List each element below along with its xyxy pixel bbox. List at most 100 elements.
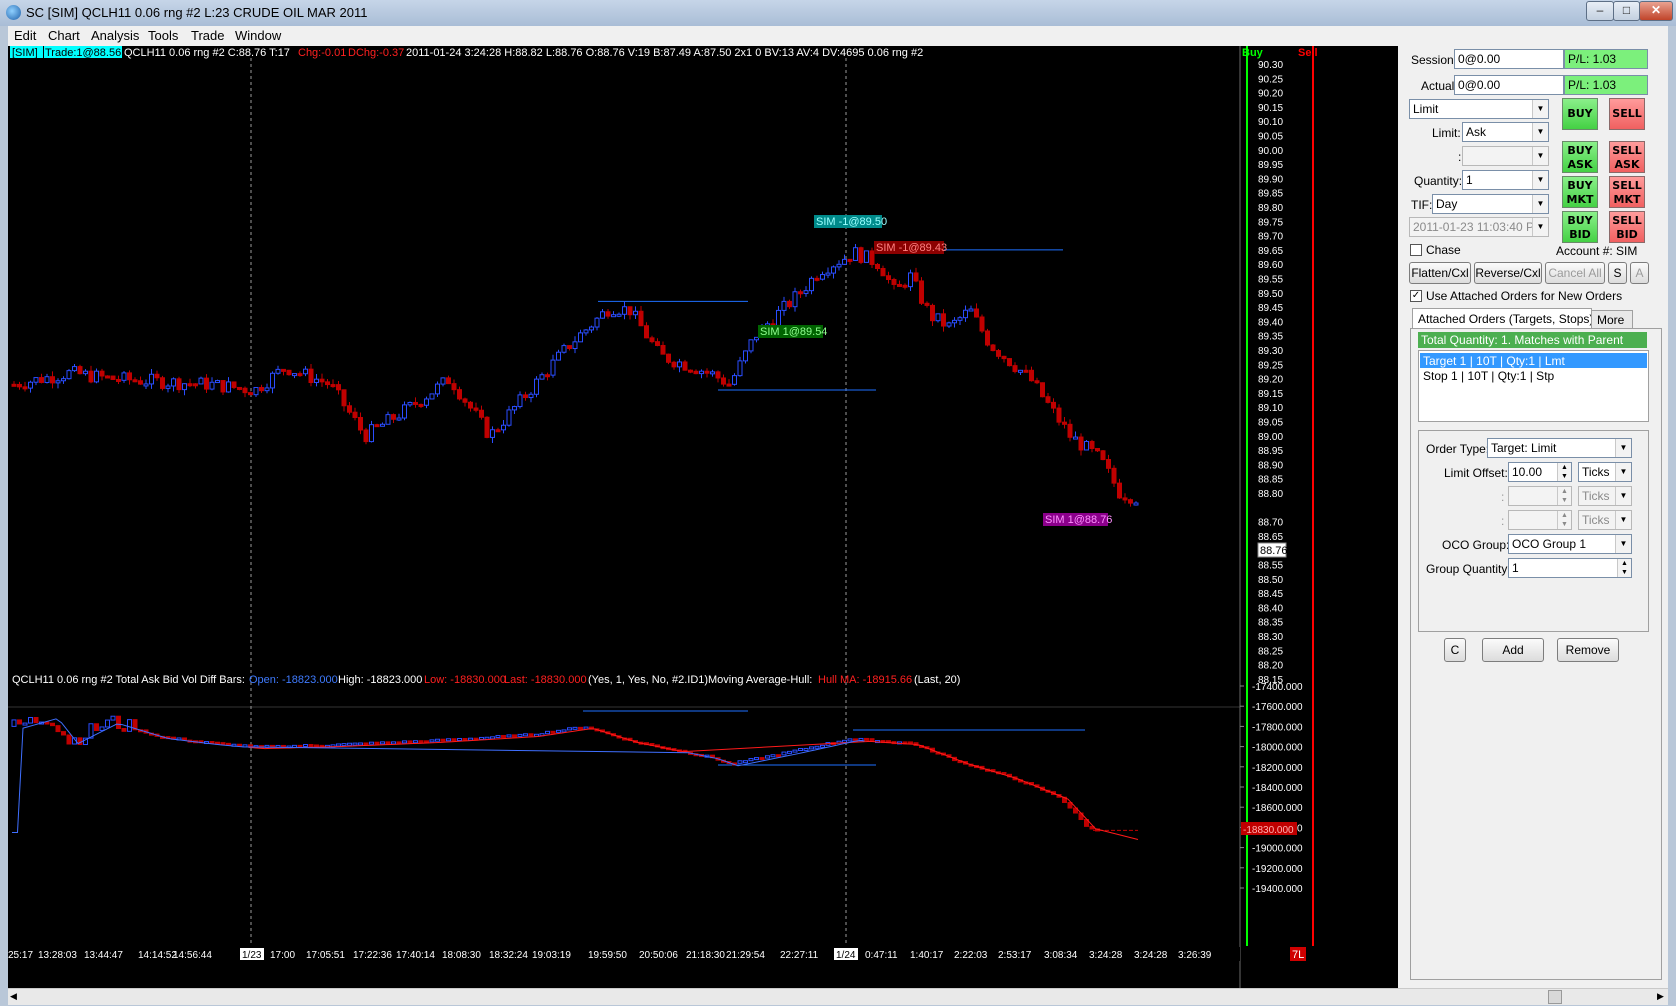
volume-diff-bar — [792, 749, 798, 753]
group-quantity-input[interactable]: 1 ▲ ▼ — [1508, 558, 1632, 578]
price-tick-label: 90.15 — [1258, 103, 1283, 114]
candle-body — [539, 374, 545, 380]
buy-button[interactable]: BUY — [1562, 98, 1598, 130]
order-type-select[interactable]: Limit ▼ — [1409, 99, 1549, 119]
menu-analysis[interactable]: Analysis — [91, 28, 139, 43]
chevron-down-icon: ▼ — [1532, 147, 1548, 165]
candle-body — [1007, 358, 1012, 367]
buy-mkt-button[interactable]: BUY MKT — [1562, 176, 1598, 208]
c-button[interactable]: C — [1444, 638, 1466, 662]
lower-header-last: Last: -18830.000 — [504, 674, 587, 686]
tab-attached-orders[interactable]: Attached Orders (Targets, Stops) — [1412, 308, 1593, 329]
tif-label: TIF: — [1411, 198, 1433, 212]
order-tag-target[interactable]: SIM -1@89.50 — [816, 216, 887, 228]
list-item-stop[interactable]: Stop 1 | 10T | Qty:1 | Stp — [1423, 369, 1554, 383]
limit-offset-unit-select[interactable]: Ticks ▼ — [1578, 462, 1632, 482]
menu-trade[interactable]: Trade — [191, 28, 224, 43]
candle-body — [473, 407, 479, 411]
reverse-cancel-button[interactable]: Reverse/Cxl — [1474, 262, 1542, 284]
oco-group-select[interactable]: OCO Group 1 ▼ — [1508, 534, 1632, 554]
candle-body — [440, 377, 446, 385]
volume-diff-bar — [61, 731, 66, 736]
scroll-right-icon[interactable]: ▶ — [1657, 991, 1664, 1002]
menu-edit[interactable]: Edit — [14, 28, 36, 43]
quantity-select[interactable]: 1 ▼ — [1462, 170, 1549, 190]
use-attached-checkbox[interactable]: ✓ — [1410, 290, 1422, 302]
volume-diff-bar — [770, 754, 776, 758]
price-tick-label: 88.25 — [1258, 646, 1283, 657]
candle-body — [941, 313, 946, 327]
candle-body — [952, 319, 957, 324]
disabled-unit-2-label: Ticks — [1582, 513, 1610, 527]
secondary-select[interactable]: ▼ — [1462, 146, 1549, 166]
a-button[interactable]: A — [1630, 262, 1649, 284]
limit-select[interactable]: Ask ▼ — [1462, 122, 1549, 142]
sell-ask-button[interactable]: SELL ASK — [1609, 141, 1645, 173]
cancel-all-button[interactable]: Cancel All — [1545, 262, 1605, 284]
candle-body — [963, 309, 968, 319]
chase-checkbox[interactable] — [1410, 244, 1422, 256]
price-tick-label: 89.15 — [1258, 389, 1283, 400]
disabled-offset-1[interactable]: ▲ ▼ — [1508, 486, 1572, 506]
oco-group-label: OCO Group: — [1442, 538, 1510, 552]
chart-area[interactable]: [SIM] Trade:1@88.56 QCLH11 0.06 rng #2 C… — [8, 46, 1398, 992]
menu-chart[interactable]: Chart — [48, 28, 80, 43]
maximize-button[interactable]: □ — [1613, 1, 1640, 21]
buy-bid-button[interactable]: BUY BID — [1562, 211, 1598, 243]
disabled-unit-2[interactable]: Ticks ▼ — [1578, 510, 1632, 530]
tif-select[interactable]: Day ▼ — [1432, 194, 1549, 214]
volume-diff-bar — [11, 719, 17, 727]
candle-body — [853, 247, 858, 261]
scroll-thumb[interactable] — [1548, 990, 1562, 1004]
scroll-left-icon[interactable]: ◀ — [10, 991, 17, 1002]
volume-diff-bar — [803, 747, 809, 751]
order-tag-last[interactable]: SIM 1@88.76 — [1045, 514, 1112, 526]
order-tag-buy[interactable]: SIM 1@89.54 — [760, 326, 827, 338]
horizontal-scrollbar[interactable]: ◀ ▶ — [8, 988, 1668, 1005]
volume-diff-bar — [759, 757, 765, 761]
remove-button[interactable]: Remove — [1557, 638, 1619, 662]
volume-diff-bar — [528, 733, 534, 737]
spinner-icon[interactable]: ▲ ▼ — [1557, 463, 1571, 481]
candle-body — [446, 377, 451, 385]
candle-body — [561, 345, 567, 353]
attached-orders-list[interactable]: Target 1 | 10T | Qty:1 | Lmt Stop 1 | 10… — [1418, 350, 1649, 422]
tab-more[interactable]: More — [1591, 310, 1633, 329]
volume-diff-bar — [556, 729, 561, 733]
sell-button[interactable]: SELL — [1609, 98, 1645, 130]
limit-offset-unit: Ticks — [1582, 465, 1610, 479]
candle-body — [919, 280, 924, 304]
sell-mkt-button[interactable]: SELL MKT — [1609, 176, 1645, 208]
price-chart[interactable]: [SIM] Trade:1@88.56 QCLH11 0.06 rng #2 C… — [8, 46, 1398, 992]
volume-diff-bar — [484, 736, 490, 740]
candle-body — [110, 375, 116, 380]
disabled-offset-2[interactable]: ▲ ▼ — [1508, 510, 1572, 530]
chart-header-2: 2011-01-24 3:24:28 H:88.82 L:88.76 O:88.… — [406, 47, 923, 59]
sell-bid-button[interactable]: SELL BID — [1609, 211, 1645, 243]
flatten-cancel-button[interactable]: Flatten/Cxl — [1409, 262, 1471, 284]
s-button[interactable]: S — [1608, 262, 1627, 284]
candle-body — [418, 403, 424, 407]
disabled-unit-1[interactable]: Ticks ▼ — [1578, 486, 1632, 506]
spinner-icon[interactable]: ▲ ▼ — [1617, 559, 1631, 577]
buy-ask-button[interactable]: BUY ASK — [1562, 141, 1598, 173]
candle-body — [116, 378, 121, 382]
time-tick-label: 13:28:03 — [38, 950, 77, 961]
target-type-select[interactable]: Target: Limit ▼ — [1487, 438, 1632, 458]
menu-window[interactable]: Window — [235, 28, 281, 43]
order-tag-stop[interactable]: SIM -1@89.43 — [876, 242, 947, 254]
candle-body — [314, 378, 319, 384]
candle-body — [1106, 459, 1111, 469]
add-button[interactable]: Add — [1482, 638, 1544, 662]
limit-offset-input[interactable]: 10.00 ▲ ▼ — [1508, 462, 1572, 482]
lower-tick-label: -19400.000 — [1252, 884, 1303, 895]
list-item-selected[interactable]: Target 1 | 10T | Qty:1 | Lmt — [1420, 353, 1647, 368]
volume-diff-bar — [517, 733, 523, 737]
minimize-button[interactable]: – — [1586, 1, 1614, 21]
close-button[interactable]: ✕ — [1639, 1, 1673, 21]
menu-tools[interactable]: Tools — [148, 28, 178, 43]
candle-body — [1056, 407, 1062, 423]
candle-body — [99, 370, 105, 377]
candle-body — [325, 381, 330, 386]
date-select[interactable]: 2011-01-23 11:03:40 PM ▼ — [1409, 217, 1549, 237]
